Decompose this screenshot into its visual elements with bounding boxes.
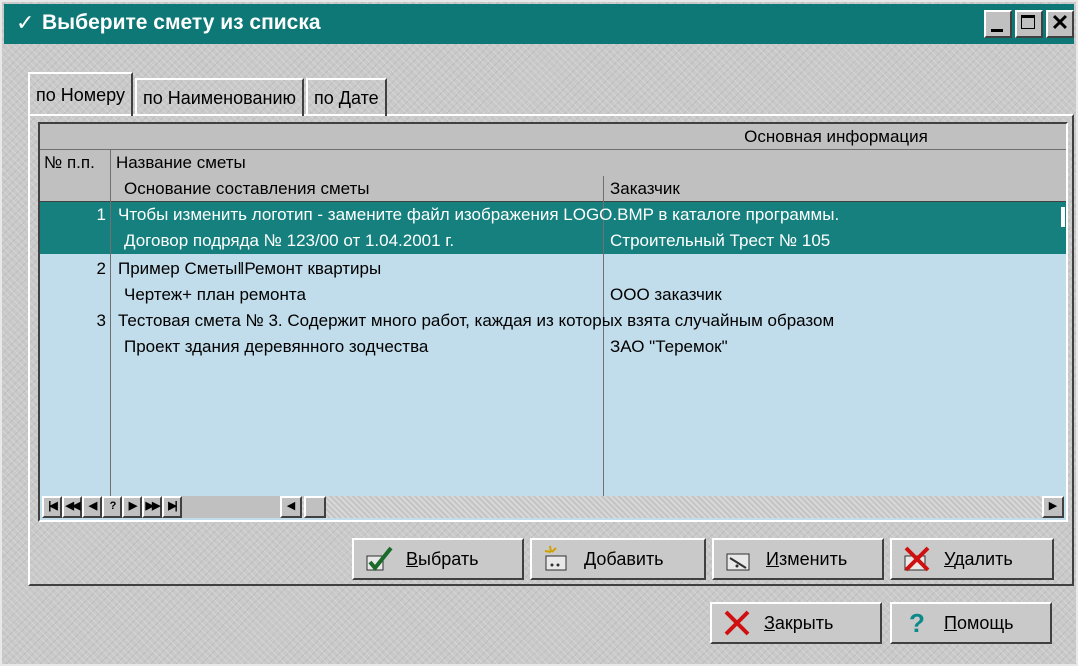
tab-by-date[interactable]: по Дате [306, 78, 387, 116]
column-header-customer[interactable]: Заказчик [610, 176, 680, 202]
column-header-name[interactable]: Название сметы [116, 150, 246, 176]
edit-pencil-icon [722, 542, 756, 576]
select-button[interactable]: Выбрать [352, 538, 524, 580]
tab-by-number[interactable]: по Номеру [28, 72, 133, 116]
window-title: Выберите смету из списка [42, 11, 321, 34]
row-basis: Договор подряда № 123/00 от 1.04.2001 г. [124, 231, 455, 250]
close-window-button[interactable]: ✕ [1046, 10, 1074, 38]
close-button[interactable]: Закрыть [710, 602, 882, 644]
help-button[interactable]: ? Помощь [890, 602, 1052, 644]
sort-tabs: по Номеру по Наименованию по Дате [28, 72, 389, 116]
nav-next-page-button[interactable]: ▶▶ [142, 496, 162, 518]
row-number: 2 [96, 259, 106, 278]
row-name: Чтобы изменить логотип - замените файл и… [118, 205, 840, 224]
close-button-label: Закрыть [764, 612, 834, 633]
column-header-number[interactable]: № п.п. [44, 150, 95, 176]
column-header-basis[interactable]: Основание составления сметы [124, 176, 370, 202]
row-number: 1 [96, 205, 106, 224]
horizontal-scrollbar[interactable]: ◀ ▶ [280, 496, 1064, 518]
row-basis: Проект здания деревянного зодчества [124, 337, 429, 356]
nav-next-button[interactable]: ▶ [122, 496, 142, 518]
nav-prev-button[interactable]: ◀ [82, 496, 102, 518]
minimize-button[interactable] [984, 10, 1012, 38]
scroll-thumb[interactable] [304, 496, 326, 518]
delete-button-label: Удалить [944, 548, 1013, 569]
nav-first-button[interactable]: |◀ [42, 496, 62, 518]
scroll-right-button[interactable]: ▶ [1042, 496, 1064, 518]
window-controls: ✕ [984, 10, 1074, 38]
row-customer: Строительный Трест № 105 [610, 231, 831, 250]
scroll-left-button[interactable]: ◀ [280, 496, 302, 518]
nav-prev-page-button[interactable]: ◀◀ [62, 496, 82, 518]
add-sparkle-icon [540, 542, 574, 576]
edit-button[interactable]: Изменить [712, 538, 884, 580]
row-name: Пример Сметы‖Ремонт квартиры [118, 259, 382, 278]
grid-navigator: |◀ ◀◀ ◀ ? ▶ ▶▶ ▶| ◀ ▶ [42, 496, 1064, 518]
add-button-label: Добавить [584, 548, 664, 569]
row-customer: ЗАО "Теремок" [610, 337, 728, 356]
delete-x-icon [900, 542, 934, 576]
help-button-label: Помощь [944, 612, 1014, 633]
close-icon: ✕ [1050, 10, 1070, 35]
add-button[interactable]: Добавить [530, 538, 706, 580]
grid-header: Основная информация № п.п. Название смет… [40, 124, 1066, 202]
row-number: 3 [96, 311, 106, 330]
row-customer: ООО заказчик [610, 285, 722, 304]
group-header-main-info: Основная информация [744, 127, 928, 146]
nav-last-button[interactable]: ▶| [162, 496, 182, 518]
row-name: Тестовая смета № 3. Содержит много работ… [118, 311, 835, 330]
select-button-label: Выбрать [406, 548, 479, 569]
edit-button-label: Изменить [766, 548, 848, 569]
estimate-select-window: ✓ Выберите смету из списка ✕ по Номеру п… [0, 0, 1078, 666]
select-check-icon [362, 542, 396, 576]
checkmark-icon: ✓ [16, 10, 35, 35]
tab-by-name[interactable]: по Наименованию [134, 78, 304, 116]
help-question-icon: ? [909, 607, 925, 638]
truncation-marker [1061, 207, 1065, 227]
delete-button[interactable]: Удалить [890, 538, 1054, 580]
maximize-button[interactable] [1015, 10, 1043, 38]
close-x-icon [720, 606, 754, 640]
nav-help-button[interactable]: ? [102, 496, 122, 518]
row-basis: Чертеж+ план ремонта [124, 285, 306, 304]
estimates-grid: Основная информация № п.п. Название смет… [38, 122, 1068, 522]
title-bar[interactable]: ✓ Выберите смету из списка ✕ [4, 4, 1074, 44]
